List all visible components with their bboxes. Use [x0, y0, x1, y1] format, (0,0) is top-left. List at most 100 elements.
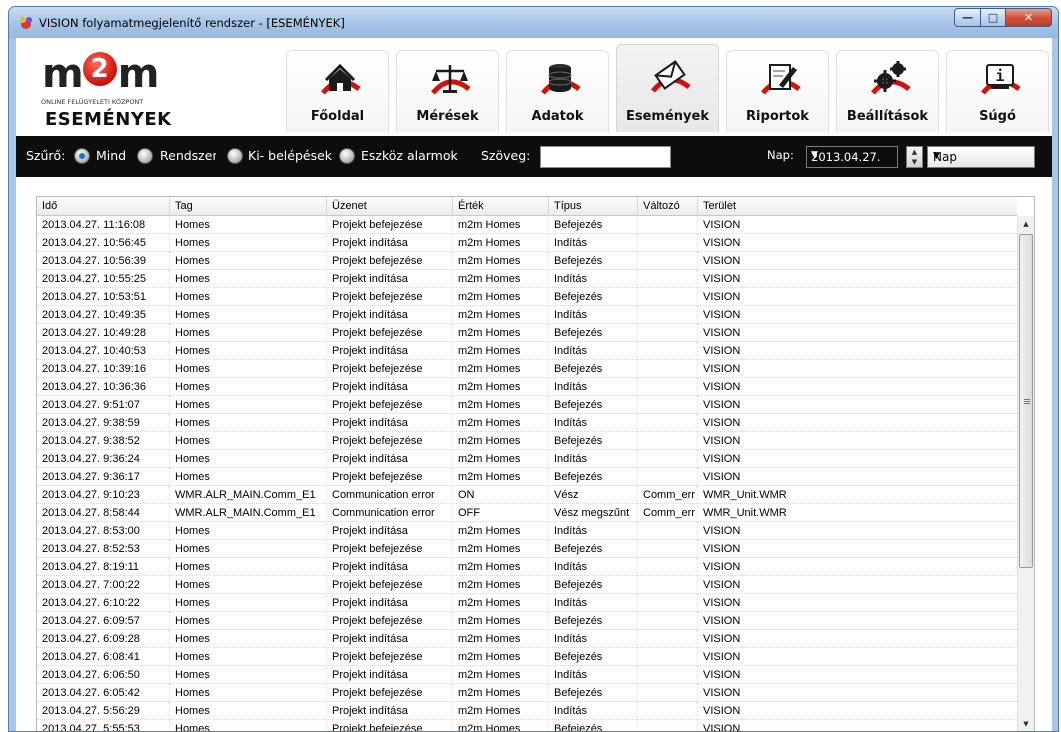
cell-valtozo [638, 378, 698, 396]
nav-tab-esemenyek[interactable]: Események [616, 44, 719, 132]
table-row[interactable]: 2013.04.27. 9:38:59 Homes Projekt indítása… [37, 414, 1017, 432]
nav-tab-beallitasok[interactable]: Beállítások [836, 50, 939, 132]
table-row[interactable]: 2013.04.27. 9:38:52 Homes Projekt befejezé… [37, 432, 1017, 450]
table-row[interactable]: 2013.04.27. 7:00:22 Homes Projekt befejezé… [37, 576, 1017, 594]
day-label: Nap: [767, 148, 794, 162]
table-row[interactable]: 2013.04.27. 10:40:53 Homes Projekt indítás… [37, 342, 1017, 360]
cell-ido: 2013.04.27. 5:55:53 [37, 720, 170, 731]
maximize-button[interactable]: □ [981, 8, 1006, 27]
column-header-tipus[interactable]: Típus [549, 197, 638, 216]
table-row[interactable]: 2013.04.27. 8:19:11 Homes Projekt indítása… [37, 558, 1017, 576]
radio-mind[interactable] [74, 148, 90, 164]
cell-valtozo [638, 684, 698, 702]
table-row[interactable]: 2013.04.27. 6:06:50 Homes Projekt indítása… [37, 666, 1017, 684]
table-row[interactable]: 2013.04.27. 6:05:42 Homes Projekt befejezé… [37, 684, 1017, 702]
scroll-down-icon[interactable]: ▼ [1018, 716, 1034, 731]
cell-uzenet: Projekt indítása [327, 630, 453, 648]
radio-eszkoz-alarmok[interactable] [339, 148, 355, 164]
table-row[interactable]: 2013.04.27. 9:36:17 Homes Projekt befejezé… [37, 468, 1017, 486]
cell-tipus: Befejezés [549, 684, 638, 702]
nav-tab-riportok[interactable]: Riportok [726, 50, 829, 132]
cell-valtozo [638, 306, 698, 324]
nav-tab-meresek[interactable]: Mérések [396, 50, 499, 132]
spin-up-icon[interactable]: ▲ [907, 147, 922, 157]
column-header-ertek[interactable]: Érték [453, 197, 549, 216]
column-header-uzenet[interactable]: Üzenet [327, 197, 453, 216]
chevron-down-icon: ▼ [811, 150, 818, 160]
table-row[interactable]: 2013.04.27. 8:58:44 WMR.ALR_MAIN.Comm_E1 C… [37, 504, 1017, 522]
radio-mind-label[interactable]: Mind [96, 148, 126, 163]
cell-ertek: m2m Homes [453, 234, 549, 252]
table-row[interactable]: 2013.04.27. 10:39:16 Homes Projekt befejez… [37, 360, 1017, 378]
cell-tag: Homes [170, 612, 327, 630]
column-header-ido[interactable]: Idő [37, 197, 170, 216]
cell-tipus: Indítás [549, 558, 638, 576]
cell-terulet: VISION [703, 705, 741, 717]
nav-tab-sugo[interactable]: i Súgó [946, 50, 1049, 132]
table-row[interactable]: 2013.04.27. 10:56:39 Homes Projekt befejez… [37, 252, 1017, 270]
scroll-thumb[interactable] [1019, 234, 1033, 568]
date-picker[interactable]: 2013.04.27. ▼ [806, 146, 898, 168]
spin-down-icon[interactable]: ▼ [907, 157, 922, 167]
title-bar[interactable]: VISION folyamatmegjelenítő rendszer - [E… [9, 7, 1058, 38]
table-row[interactable]: 2013.04.27. 6:09:57 Homes Projekt befejezé… [37, 612, 1017, 630]
cell-tipus: Indítás [549, 450, 638, 468]
cell-uzenet: Projekt indítása [327, 306, 453, 324]
text-filter-input[interactable] [540, 146, 671, 168]
cell-tag: Homes [170, 252, 327, 270]
table-row[interactable]: 2013.04.27. 10:56:45 Homes Projekt indítás… [37, 234, 1017, 252]
table-row[interactable]: 2013.04.27. 6:09:28 Homes Projekt indítása… [37, 630, 1017, 648]
cell-valtozo [638, 648, 698, 666]
table-row[interactable]: 2013.04.27. 9:51:07 Homes Projekt befejezé… [37, 396, 1017, 414]
scroll-up-icon[interactable]: ▲ [1018, 216, 1034, 233]
scales-icon [431, 65, 471, 95]
table-row[interactable]: 2013.04.27. 10:55:25 Homes Projekt indítás… [37, 270, 1017, 288]
cell-tag: Homes [170, 306, 327, 324]
column-header-terulet[interactable]: Terület [698, 197, 1017, 216]
nav-tab-fooldal[interactable]: Főoldal [286, 50, 389, 132]
cell-uzenet: Projekt befejezése [327, 648, 453, 666]
cell-tag: Homes [170, 594, 327, 612]
period-select[interactable]: Nap ▼ [927, 146, 1035, 168]
radio-ki-belepesek[interactable] [227, 148, 243, 164]
logo-digit: 2 [82, 52, 117, 86]
table-row[interactable]: 2013.04.27. 10:36:36 Homes Projekt indítás… [37, 378, 1017, 396]
table-row[interactable]: 2013.04.27. 5:56:29 Homes Projekt indítása… [37, 702, 1017, 720]
cell-ertek: m2m Homes [453, 522, 549, 540]
client-area: m 2 m ONLINE FELÜGYELETI KÖZPONT ESEMÉNY… [16, 38, 1052, 732]
cell-tipus: Befejezés [549, 576, 638, 594]
table-row[interactable]: 2013.04.27. 10:53:51 Homes Projekt befejez… [37, 288, 1017, 306]
table-row[interactable]: 2013.04.27. 8:52:53 Homes Projekt befejezé… [37, 540, 1017, 558]
header: m 2 m ONLINE FELÜGYELETI KÖZPONT ESEMÉNY… [16, 38, 1052, 134]
table-row[interactable]: 2013.04.27. 11:16:08 Homes Projekt befejez… [37, 216, 1017, 234]
table-row[interactable]: 2013.04.27. 9:10:23 WMR.ALR_MAIN.Comm_E1 C… [37, 486, 1017, 504]
table-row[interactable]: 2013.04.27. 5:55:53 Homes Projekt befejezé… [37, 720, 1017, 732]
table-row[interactable]: 2013.04.27. 9:36:24 Homes Projekt indítása… [37, 450, 1017, 468]
table-row[interactable]: 2013.04.27. 10:49:35 Homes Projekt indítás… [37, 306, 1017, 324]
column-header-valtozo[interactable]: Változó [638, 197, 698, 216]
cell-uzenet: Projekt indítása [327, 702, 453, 720]
table-row[interactable]: 2013.04.27. 6:10:22 Homes Projekt indítása… [37, 594, 1017, 612]
cell-uzenet: Projekt befejezése [327, 324, 453, 342]
radio-rendszer-label[interactable]: Rendszer [160, 148, 216, 163]
minimize-button[interactable]: — [954, 8, 981, 27]
nav-label: Súgó [979, 109, 1016, 124]
radio-rendszer[interactable] [137, 148, 153, 164]
cell-ertek: m2m Homes [453, 558, 549, 576]
vertical-scrollbar[interactable]: ▲ ▼ [1017, 216, 1034, 731]
cell-tipus: Befejezés [549, 720, 638, 731]
cell-uzenet: Projekt befejezése [327, 540, 453, 558]
table-row[interactable]: 2013.04.27. 6:08:41 Homes Projekt befejezé… [37, 648, 1017, 666]
nav-label: Mérések [416, 109, 479, 124]
close-button[interactable]: ✕ [1006, 8, 1052, 27]
cell-valtozo [638, 396, 698, 414]
nav-tab-adatok[interactable]: Adatok [506, 50, 609, 132]
date-spinner[interactable]: ▲ ▼ [906, 146, 923, 168]
radio-ki-belepesek-label[interactable]: Ki- belépések [248, 148, 332, 163]
cell-valtozo [638, 702, 698, 720]
table-row[interactable]: 2013.04.27. 10:49:28 Homes Projekt befejez… [37, 324, 1017, 342]
table-row[interactable]: 2013.04.27. 8:53:00 Homes Projekt indítása… [37, 522, 1017, 540]
column-header-tag[interactable]: Tag [170, 197, 327, 216]
radio-eszkoz-alarmok-label[interactable]: Eszköz alarmok [361, 148, 463, 163]
cell-terulet: VISION [703, 723, 741, 732]
